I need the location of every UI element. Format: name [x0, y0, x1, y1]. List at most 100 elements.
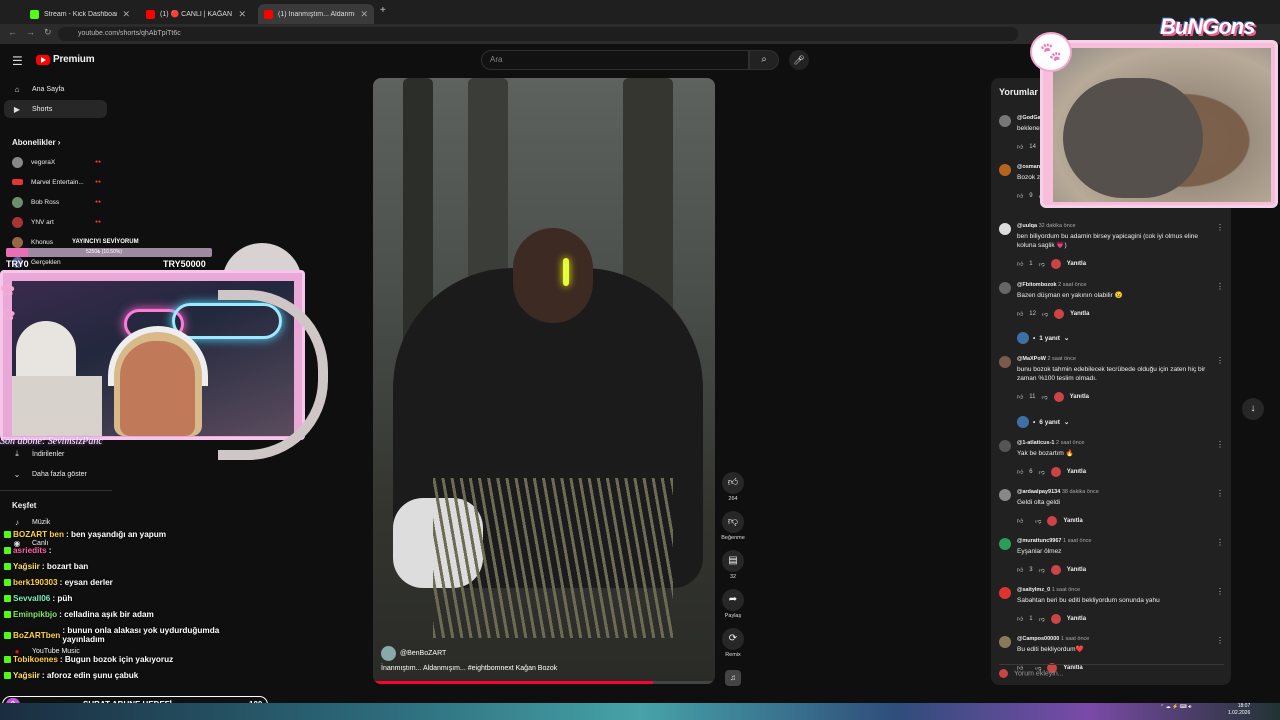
- view-replies-button[interactable]: • 6 yanıt ⌄: [1017, 416, 1069, 428]
- comment-author[interactable]: @1-atlaticus-1: [1017, 440, 1054, 446]
- avatar[interactable]: [999, 356, 1011, 368]
- reply-button[interactable]: Yanıtla: [1070, 394, 1089, 400]
- reply-button[interactable]: Yanıtla: [1063, 518, 1082, 524]
- clock[interactable]: 18:07 1.02.2026: [1228, 703, 1250, 717]
- share-button[interactable]: ➦ Paylaş: [721, 589, 745, 619]
- menu-icon[interactable]: ☰: [12, 54, 23, 68]
- sidebar-item-downloads[interactable]: ⤓ İndirilenler: [4, 445, 107, 463]
- reply-button[interactable]: Yanıtla: [1067, 567, 1086, 573]
- channel-name[interactable]: @BenBoZART: [400, 650, 446, 657]
- like-icon[interactable]: 👍︎: [1017, 566, 1023, 574]
- avatar[interactable]: [999, 587, 1011, 599]
- reload-icon[interactable]: ↻: [44, 27, 52, 38]
- mic-icon[interactable]: 🎤︎: [789, 50, 809, 70]
- avatar[interactable]: [999, 282, 1011, 294]
- comment-author[interactable]: @saitylmz_0: [1017, 587, 1050, 593]
- comment-time[interactable]: 1 saat önce: [1061, 636, 1089, 642]
- like-icon[interactable]: 👍︎: [1017, 192, 1023, 200]
- like-icon[interactable]: 👍︎: [1017, 310, 1023, 318]
- youtube-logo[interactable]: Premium: [36, 54, 95, 65]
- sidebar-show-more[interactable]: ⌄ Daha fazla göster: [4, 465, 107, 483]
- sidebar-sub-ynv-art[interactable]: YNV art ●●: [4, 213, 107, 231]
- comment-author[interactable]: @Campos00000: [1017, 636, 1059, 642]
- avatar[interactable]: [999, 636, 1011, 648]
- reply-button[interactable]: Yanıtla: [1067, 616, 1086, 622]
- sidebar-sub-vegorax[interactable]: vegoraX ●●: [4, 153, 107, 171]
- subscriptions-heading[interactable]: Abonelikler ›: [12, 138, 60, 147]
- avatar[interactable]: [999, 440, 1011, 452]
- remix-button[interactable]: ⟳ Remix: [721, 628, 745, 658]
- new-tab-icon[interactable]: +: [380, 5, 386, 16]
- like-icon[interactable]: 👍︎: [1017, 615, 1023, 623]
- more-options-icon[interactable]: ⋮: [1216, 356, 1224, 365]
- dislike-icon[interactable]: 👎︎: [1042, 393, 1048, 401]
- tab-shorts-video[interactable]: (1) İnanmıştım... Aldanmışım... ✕: [258, 4, 374, 24]
- avatar[interactable]: [999, 223, 1011, 235]
- more-options-icon[interactable]: ⋮: [1216, 636, 1224, 645]
- more-options-icon[interactable]: ⋮: [1216, 223, 1224, 232]
- like-button[interactable]: 👍︎ 264: [721, 472, 745, 502]
- view-replies-button[interactable]: • 1 yanıt ⌄: [1017, 332, 1069, 344]
- channel-avatar[interactable]: [381, 646, 396, 661]
- comment-time[interactable]: 2 saat önce: [1056, 440, 1084, 446]
- more-options-icon[interactable]: ⋮: [1216, 440, 1224, 449]
- sidebar-sub-marvel[interactable]: Marvel Entertain... ●●: [4, 173, 107, 191]
- scroll-down-icon[interactable]: ↓: [1242, 398, 1264, 420]
- search-input[interactable]: Ara: [481, 50, 749, 70]
- comment-button[interactable]: ▤ 32: [721, 550, 745, 580]
- comment-time[interactable]: 32 dakika önce: [1039, 223, 1076, 229]
- reply-button[interactable]: Yanıtla: [1070, 311, 1089, 317]
- more-options-icon[interactable]: ⋮: [1216, 489, 1224, 498]
- comment-author[interactable]: @murattunc9967: [1017, 538, 1062, 544]
- back-icon[interactable]: ←: [8, 27, 17, 37]
- dislike-icon[interactable]: 👎︎: [1039, 615, 1045, 623]
- comment-author[interactable]: @Fbitombozok: [1017, 282, 1057, 288]
- avatar[interactable]: [999, 538, 1011, 550]
- like-icon[interactable]: 👍︎: [1017, 143, 1023, 151]
- tab-live-stream[interactable]: (1) 🔴 CANLI | KAĞAN BOZOK ✕: [140, 4, 252, 24]
- comment-time[interactable]: 38 dakika önce: [1062, 489, 1099, 495]
- sound-button[interactable]: ♫: [721, 670, 745, 686]
- close-icon[interactable]: ✕: [360, 9, 368, 20]
- close-icon[interactable]: ✕: [238, 9, 246, 20]
- dislike-icon[interactable]: 👎︎: [1039, 566, 1045, 574]
- more-options-icon[interactable]: ⋮: [1216, 587, 1224, 596]
- dislike-button[interactable]: 👎︎ Beğenme: [721, 511, 745, 541]
- shorts-video-player[interactable]: @BenBoZART İnanmıştım... Aldanmışım... #…: [373, 78, 715, 684]
- search-icon[interactable]: ⌕: [749, 50, 779, 70]
- dislike-icon[interactable]: 👎︎: [1039, 468, 1045, 476]
- forward-icon[interactable]: →: [26, 27, 35, 37]
- more-options-icon[interactable]: ⋮: [1216, 538, 1224, 547]
- video-title[interactable]: İnanmıştım... Aldanmışım... #eightbomnex…: [381, 665, 557, 672]
- like-icon[interactable]: 👍︎: [1017, 393, 1023, 401]
- avatar[interactable]: [999, 164, 1011, 176]
- avatar[interactable]: [999, 489, 1011, 501]
- reply-button[interactable]: Yanıtla: [1067, 261, 1086, 267]
- url-input[interactable]: youtube.com/shorts/qhAbTpiTt6c: [58, 27, 1018, 41]
- like-icon[interactable]: 👍︎: [1017, 260, 1023, 268]
- dislike-icon[interactable]: 👎︎: [1039, 260, 1045, 268]
- sidebar-item-shorts[interactable]: ▶ Shorts: [4, 100, 107, 118]
- comment-time[interactable]: 1 saat önce: [1052, 587, 1080, 593]
- sidebar-sub-bob-ross[interactable]: Bob Ross ●●: [4, 193, 107, 211]
- sidebar-item-music[interactable]: ♪ Müzik: [4, 513, 107, 531]
- sidebar-item-home[interactable]: ⌂ Ana Sayfa: [4, 80, 107, 98]
- comment-author[interactable]: @uulqa: [1017, 223, 1037, 229]
- comment-time[interactable]: 2 saat önce: [1058, 282, 1086, 288]
- system-tray[interactable]: ⌃ ☁ ⚡ ⌨ 🔊︎: [1160, 704, 1191, 710]
- comment-time[interactable]: 1 saat önce: [1063, 538, 1091, 544]
- dislike-icon[interactable]: 👎︎: [1035, 517, 1041, 525]
- comment-time[interactable]: 2 saat önce: [1047, 356, 1075, 362]
- more-options-icon[interactable]: ⋮: [1216, 282, 1224, 291]
- chat-message: berk190303 : eysan derler: [4, 578, 113, 587]
- tab-kick-dashboard[interactable]: Stream - Kick Dashboard ✕: [24, 4, 136, 24]
- like-icon[interactable]: 👍︎: [1017, 517, 1023, 525]
- comment-author[interactable]: @MaXPoW: [1017, 356, 1046, 362]
- like-icon[interactable]: 👍︎: [1017, 468, 1023, 476]
- dislike-icon[interactable]: 👎︎: [1042, 310, 1048, 318]
- add-comment-input[interactable]: Yorum ekleyin...: [999, 664, 1224, 678]
- avatar[interactable]: [999, 115, 1011, 127]
- reply-button[interactable]: Yanıtla: [1067, 469, 1086, 475]
- comment-author[interactable]: @ardaalpay9134: [1017, 489, 1060, 495]
- close-icon[interactable]: ✕: [122, 9, 130, 20]
